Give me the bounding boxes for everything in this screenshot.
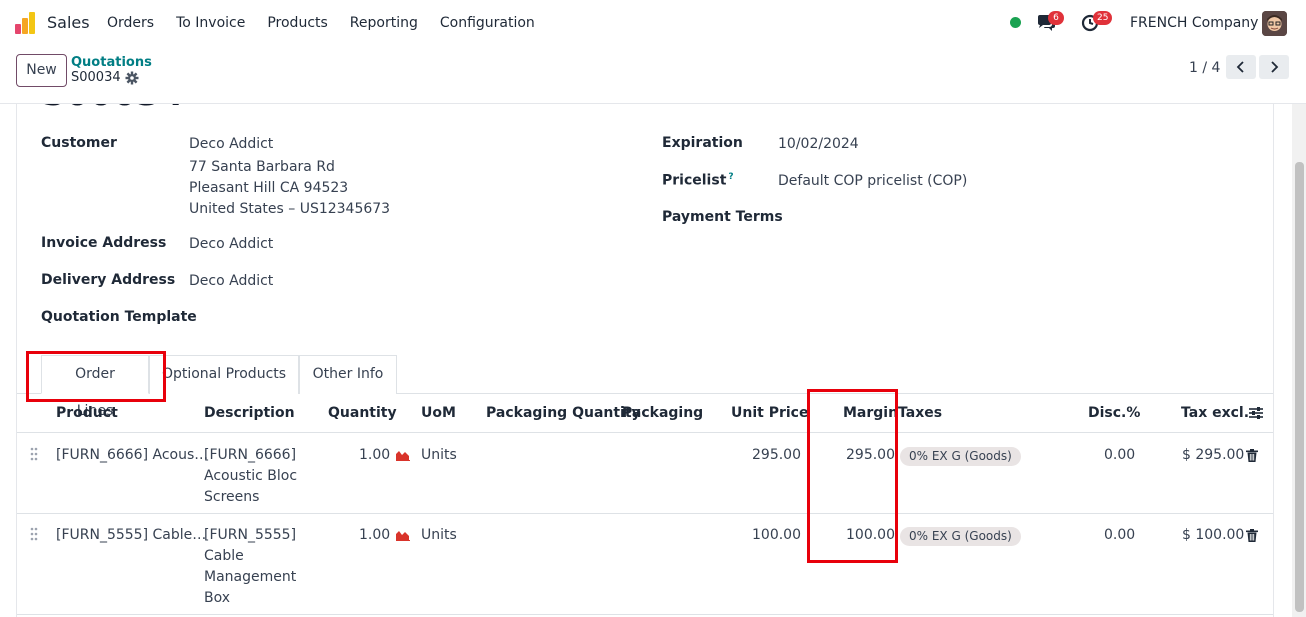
main-menu: Orders To Invoice Products Reporting Con… xyxy=(107,15,557,31)
column-description[interactable]: Description xyxy=(204,405,295,421)
quotation-template-label: Quotation Template xyxy=(41,309,197,325)
expiration-field[interactable]: 10/02/2024 xyxy=(778,134,859,155)
invoice-address-field[interactable]: Deco Addict xyxy=(189,234,273,255)
row-description-line[interactable]: Box xyxy=(204,588,230,609)
row-uom[interactable]: Units xyxy=(421,525,457,546)
customer-label: Customer xyxy=(41,135,117,151)
tax-tag[interactable]: 0% EX G (Goods) xyxy=(900,527,1021,546)
page-scrollbar[interactable] xyxy=(1292,104,1306,617)
drag-handle-icon[interactable] xyxy=(30,447,38,461)
row-quantity[interactable]: 1.00 xyxy=(359,445,390,466)
row-description-line[interactable]: Management xyxy=(204,567,296,588)
row-description-line[interactable]: [FURN_5555] xyxy=(204,525,296,546)
customer-address-line: United States – US12345673 xyxy=(189,201,391,217)
menu-configuration[interactable]: Configuration xyxy=(440,15,535,31)
row-description-line[interactable]: Screens xyxy=(204,487,259,508)
row-description-line[interactable]: Acoustic Bloc xyxy=(204,466,297,487)
row-subtotal: $ 100.00 xyxy=(1182,527,1245,543)
trash-icon[interactable] xyxy=(1246,529,1258,542)
order-lines-tab-highlight xyxy=(26,351,166,402)
pricelist-help-icon[interactable]: ? xyxy=(728,172,733,182)
new-button[interactable]: New xyxy=(16,54,67,87)
order-lines-header: Product Description Quantity UoM Packagi… xyxy=(17,394,1273,433)
row-unit-price[interactable]: 100.00 xyxy=(752,525,801,546)
menu-to-invoice[interactable]: To Invoice xyxy=(176,15,245,31)
drag-handle-icon[interactable] xyxy=(30,527,38,541)
online-status-icon xyxy=(1010,17,1021,28)
control-panel: New Quotations S00034 1 / 4 xyxy=(0,46,1306,104)
margin-column-highlight xyxy=(807,389,898,563)
form-sheet: S00034 Customer Deco Addict 77 Santa Bar… xyxy=(16,104,1274,617)
delivery-address-label: Delivery Address xyxy=(41,272,176,288)
breadcrumb-quotations[interactable]: Quotations xyxy=(71,55,152,70)
tax-tag[interactable]: 0% EX G (Goods) xyxy=(900,447,1021,466)
app-name[interactable]: Sales xyxy=(47,13,90,32)
customer-address-line: Pleasant Hill CA 94523 xyxy=(189,180,349,196)
column-product[interactable]: Product xyxy=(56,405,118,421)
menu-reporting[interactable]: Reporting xyxy=(350,15,418,31)
chat-count-badge: 6 xyxy=(1048,11,1064,25)
row-quantity[interactable]: 1.00 xyxy=(359,525,390,546)
breadcrumb-current: S00034 xyxy=(71,70,121,85)
column-packaging[interactable]: Packaging xyxy=(622,405,703,421)
activity-count-badge: 25 xyxy=(1093,11,1113,25)
expiration-label: Expiration xyxy=(662,135,743,151)
row-product[interactable]: [FURN_5555] Cable… xyxy=(56,525,206,546)
menu-orders[interactable]: Orders xyxy=(107,15,154,31)
scrollbar-thumb[interactable] xyxy=(1295,162,1304,612)
gear-icon[interactable] xyxy=(125,71,139,85)
row-description-line[interactable]: Cable xyxy=(204,546,244,567)
row-subtotal: $ 295.00 xyxy=(1182,447,1245,463)
row-description-line[interactable]: [FURN_6666] xyxy=(204,445,296,466)
row-uom[interactable]: Units xyxy=(421,445,457,466)
invoice-address-label: Invoice Address xyxy=(41,235,167,251)
column-quantity[interactable]: Quantity xyxy=(328,405,397,421)
column-tax-excl[interactable]: Tax excl. xyxy=(1181,405,1249,421)
row-product[interactable]: [FURN_6666] Acous… xyxy=(56,445,208,466)
column-discount[interactable]: Disc.% xyxy=(1088,405,1140,421)
column-uom[interactable]: UoM xyxy=(421,405,456,421)
forecast-chart-icon[interactable] xyxy=(396,529,410,541)
pricelist-label-text: Pricelist xyxy=(662,172,727,189)
sales-app-icon[interactable] xyxy=(15,12,37,34)
row-discount[interactable]: 0.00 xyxy=(1104,445,1135,466)
user-avatar[interactable] xyxy=(1262,11,1287,36)
column-taxes[interactable]: Taxes xyxy=(898,405,942,421)
trash-icon[interactable] xyxy=(1246,449,1258,462)
column-unit-price[interactable]: Unit Price xyxy=(731,405,808,421)
customer-field[interactable]: Deco Addict xyxy=(189,134,273,155)
pager-next-button[interactable] xyxy=(1259,55,1289,79)
column-packaging-quantity[interactable]: Packaging Quantity xyxy=(486,405,641,421)
row-discount[interactable]: 0.00 xyxy=(1104,525,1135,546)
pager-previous-button[interactable] xyxy=(1226,55,1256,79)
customer-address-line: 77 Santa Barbara Rd xyxy=(189,159,335,175)
pricelist-field[interactable]: Default COP pricelist (COP) xyxy=(778,171,967,192)
forecast-chart-icon[interactable] xyxy=(396,449,410,461)
table-row[interactable]: [FURN_5555] Cable… [FURN_5555] Cable Man… xyxy=(17,514,1273,615)
company-switcher[interactable]: FRENCH Company xyxy=(1130,15,1258,31)
pager-value[interactable]: 1 / 4 xyxy=(1189,60,1220,76)
menu-products[interactable]: Products xyxy=(267,15,327,31)
tab-optional-products[interactable]: Optional Products xyxy=(149,355,299,394)
delivery-address-field[interactable]: Deco Addict xyxy=(189,271,273,292)
chevron-left-icon xyxy=(1236,61,1244,73)
table-row[interactable]: [FURN_6666] Acous… [FURN_6666] Acoustic … xyxy=(17,434,1273,514)
pricelist-label: Pricelist? xyxy=(662,172,734,189)
chevron-right-icon xyxy=(1271,61,1279,73)
tab-other-info[interactable]: Other Info xyxy=(299,355,397,394)
top-navbar: Sales Orders To Invoice Products Reporti… xyxy=(0,0,1306,46)
record-title: S00034 xyxy=(41,104,184,114)
optional-columns-icon[interactable] xyxy=(1248,406,1264,420)
payment-terms-label: Payment Terms xyxy=(662,209,783,225)
row-unit-price[interactable]: 295.00 xyxy=(752,445,801,466)
